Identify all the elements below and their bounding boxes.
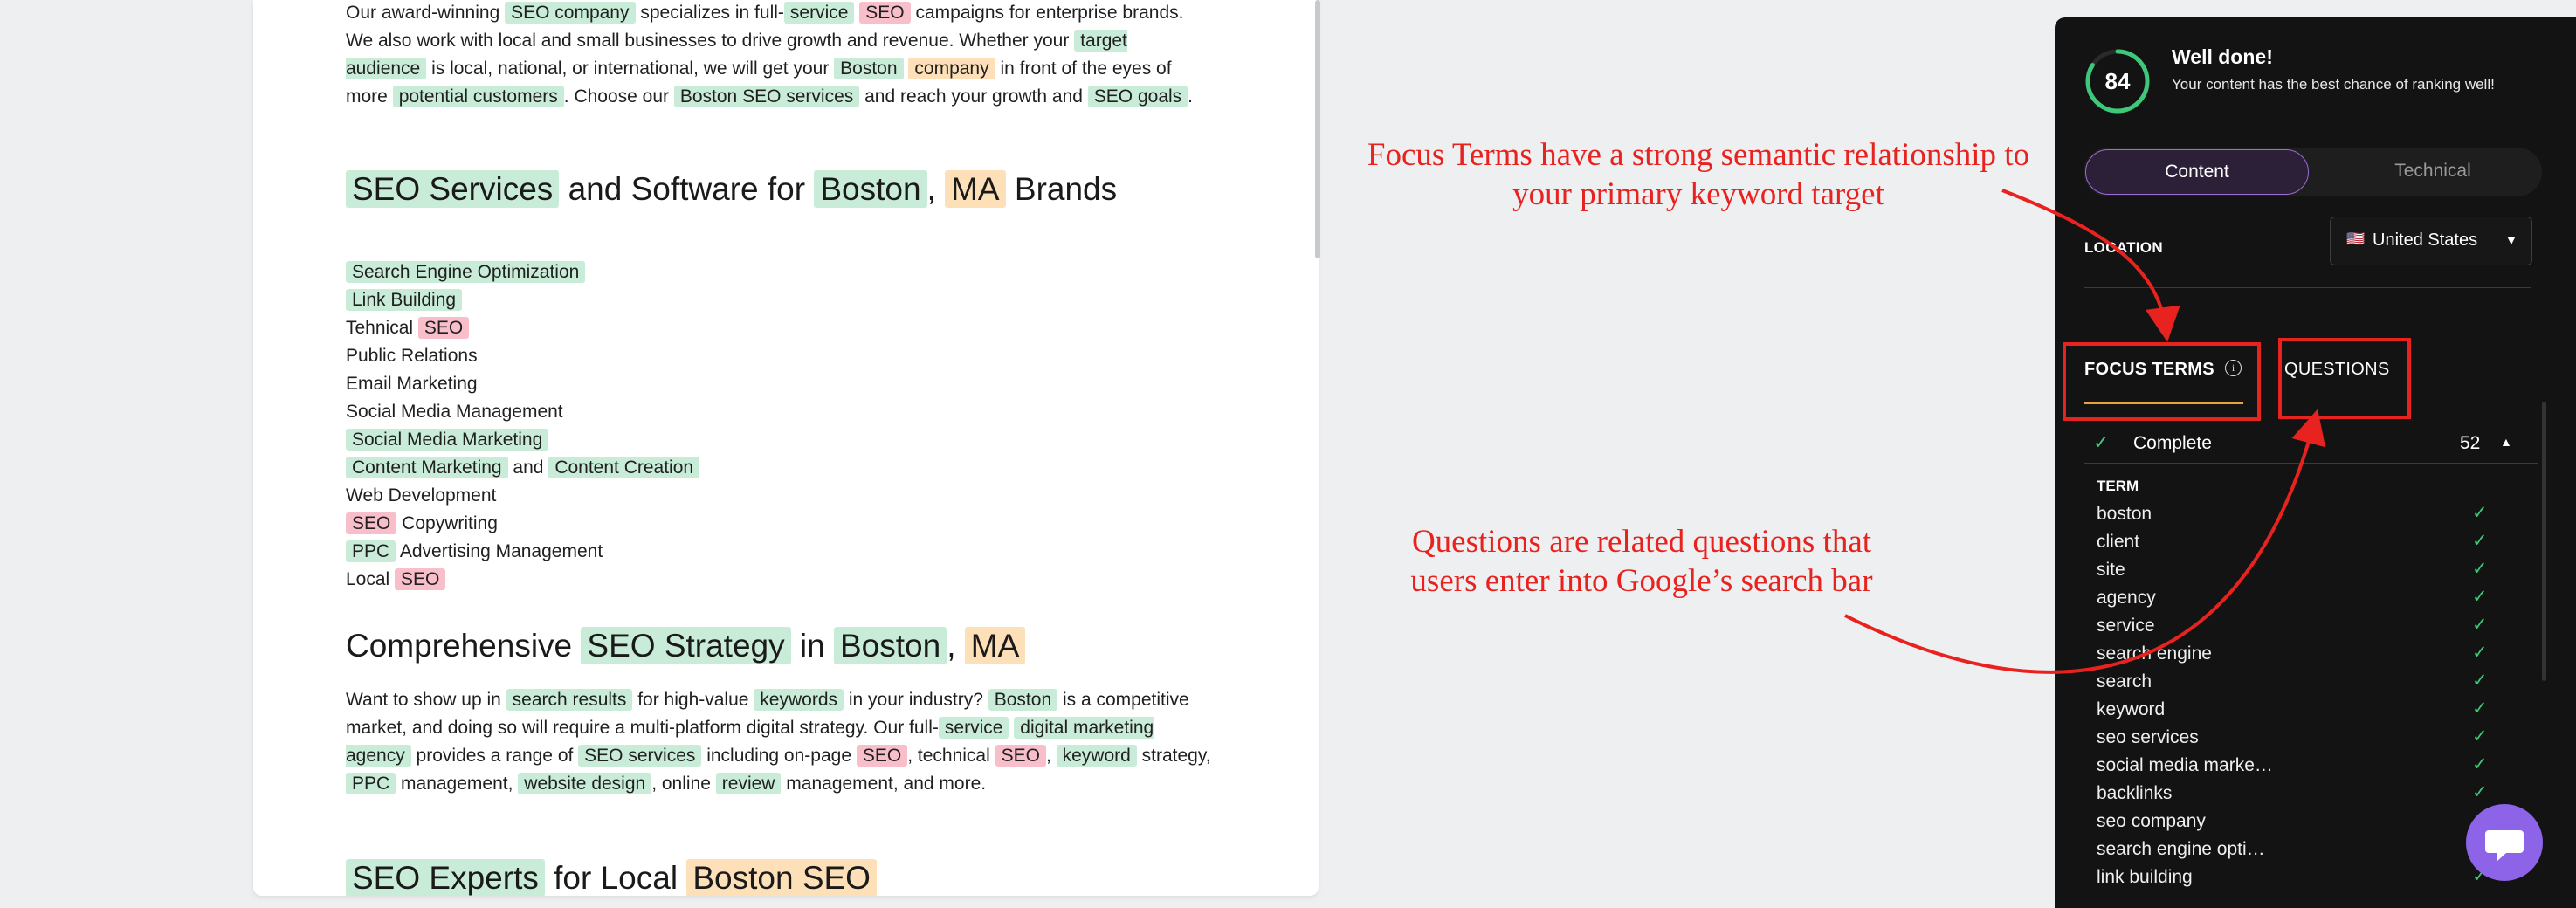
annotation-arrows [1844, 189, 2326, 674]
arrow-to-questions [1844, 409, 2326, 674]
arrow-to-focus-terms [2001, 189, 2180, 342]
